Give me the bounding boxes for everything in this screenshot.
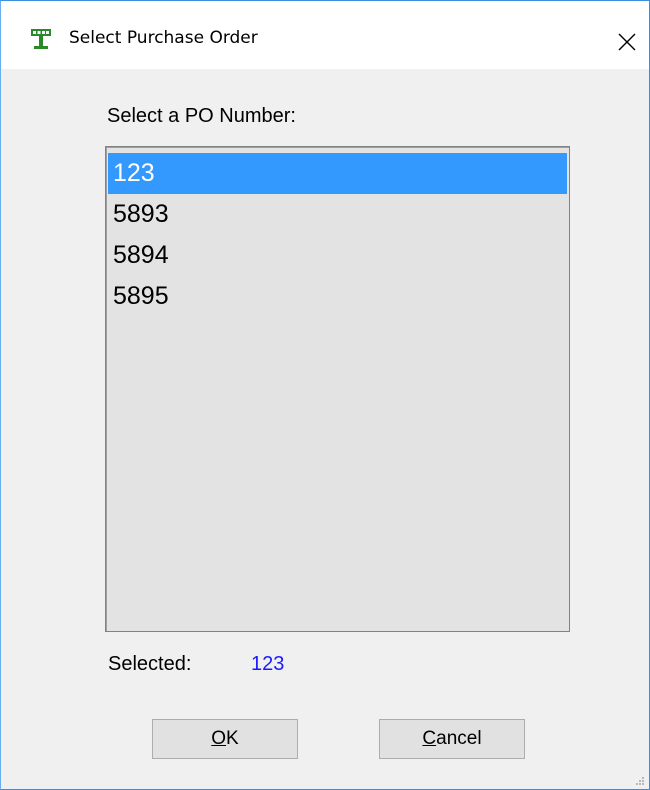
select-purchase-order-dialog: Select Purchase Order Select a PO Number… (0, 0, 650, 790)
selected-po-value: 123 (251, 653, 285, 675)
window-title: Select Purchase Order (69, 28, 258, 48)
po-number-list-item[interactable]: 123 (108, 153, 567, 194)
po-number-list-item[interactable]: 5893 (108, 194, 567, 235)
po-number-list-item[interactable]: 5894 (108, 235, 567, 276)
resize-grip-icon[interactable] (635, 773, 645, 785)
ok-accelerator: O (211, 728, 227, 749)
cancel-label-rest: ancel (436, 728, 482, 749)
ok-button[interactable]: OK (152, 719, 298, 759)
title-bar: Select Purchase Order (1, 1, 649, 69)
po-number-listbox[interactable]: 123 5893 5894 5895 (105, 146, 570, 632)
selected-label: Selected: (108, 653, 192, 675)
po-number-list-items: 123 5893 5894 5895 (108, 153, 567, 317)
cash-register-icon (29, 27, 53, 51)
close-icon (618, 33, 636, 51)
cancel-button[interactable]: Cancel (379, 719, 525, 759)
ok-label-rest: K (226, 728, 239, 749)
po-number-prompt-label: Select a PO Number: (107, 105, 296, 127)
cancel-accelerator: C (422, 728, 437, 749)
po-number-list-item[interactable]: 5895 (108, 276, 567, 317)
close-button[interactable] (605, 21, 649, 61)
